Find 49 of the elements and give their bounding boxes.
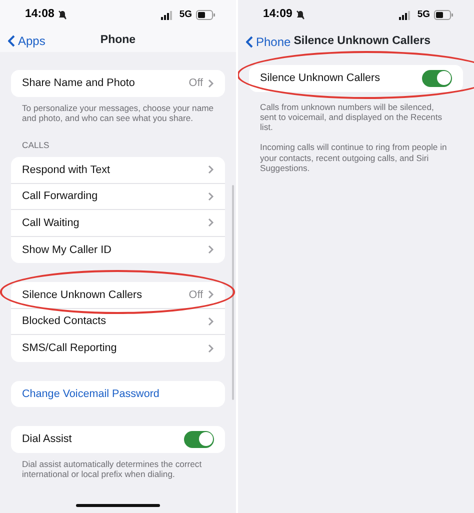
row-label: Silence Unknown Callers [22, 288, 142, 303]
settings-row[interactable]: Blocked Contacts [11, 308, 225, 336]
chevron-icon [208, 218, 214, 228]
settings-row[interactable]: SMS/Call Reporting [11, 335, 225, 362]
chevron-icon [208, 344, 214, 353]
chevron-icon [208, 165, 214, 174]
settings-row[interactable]: Show My Caller ID [11, 236, 225, 264]
row-label: Respond with Text [22, 162, 110, 178]
voicemail-password-link[interactable]: Change Voicemail Password [22, 386, 160, 402]
back-chevron-icon [246, 36, 253, 48]
chevron-icon [208, 316, 214, 326]
network-label: 5G [179, 8, 192, 22]
settings-row[interactable]: Call Forwarding [11, 184, 225, 210]
chevron-icon [208, 290, 214, 300]
network-label: 5G [417, 8, 430, 22]
chevron-icon [208, 192, 214, 201]
chevron-icon [208, 78, 214, 88]
row-label: Call Forwarding [22, 189, 98, 204]
row-value: Off [188, 76, 203, 92]
battery-icon [434, 10, 454, 20]
row-label: Show My Caller ID [22, 242, 112, 258]
row-label: Dial Assist [22, 432, 72, 448]
back-chevron-icon [8, 35, 15, 47]
footer-text: Incoming calls will continue to ring from people in your contacts, recent outgoing calls, and Siri Suggestions. [260, 142, 448, 174]
muted-bell-icon [58, 10, 68, 20]
battery-icon [196, 10, 216, 20]
row-label: Silence Unknown Callers [260, 71, 380, 86]
screen-title: Silence Unknown Callers [294, 34, 430, 50]
toggle-switch[interactable] [184, 430, 214, 448]
toggle-switch[interactable] [422, 70, 452, 87]
chevron-icon [208, 245, 214, 254]
screen-title: Phone [100, 33, 136, 48]
footer-text: Dial assist automatically determines the correct international or local prefix when dialing. [22, 458, 203, 480]
row-label: SMS/Call Reporting [22, 341, 117, 356]
section-header: CALLS [22, 139, 50, 152]
row-label: Call Waiting [22, 216, 80, 231]
row-label: Share Name and Photo [22, 76, 135, 92]
settings-row[interactable]: Respond with Text [11, 157, 225, 184]
row-label: Blocked Contacts [22, 314, 106, 330]
back-button[interactable]: Phone [246, 33, 291, 51]
row-value: Off [188, 288, 203, 303]
back-button[interactable]: Apps [8, 32, 46, 50]
muted-bell-icon [296, 10, 306, 20]
settings-row[interactable]: Call Waiting [11, 210, 225, 237]
status-time: 14:09 [263, 7, 292, 22]
settings-row[interactable]: Silence Unknown Callers Off [11, 282, 225, 309]
status-time: 14:08 [25, 7, 54, 22]
footer-text: To personalize your messages, choose your name and photo, and who can see what you share. [22, 102, 214, 124]
footer-text: Calls from unknown numbers will be silenced, sent to voicemail, and displayed on the Recents list. [260, 102, 444, 132]
